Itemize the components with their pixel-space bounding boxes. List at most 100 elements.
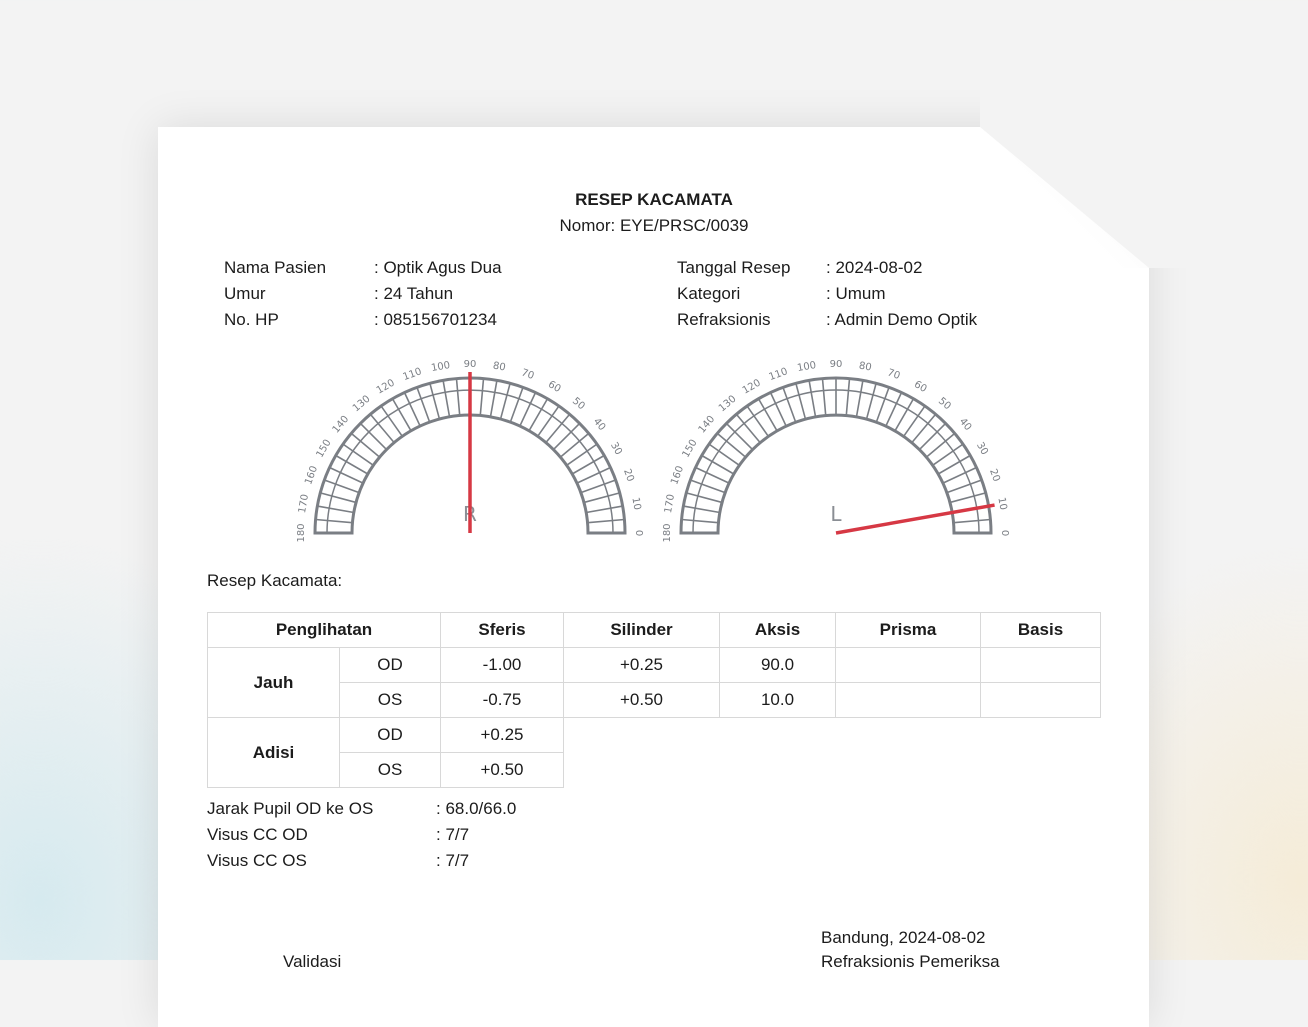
table-row: Adisi OD +0.25 <box>207 717 1101 788</box>
pupil-distance-label: Jarak Pupil OD ke OS <box>207 799 374 818</box>
empty-cell <box>564 753 1101 788</box>
visus-od-label: Visus CC OD <box>207 825 308 844</box>
patient-name-label: Nama Pasien <box>224 258 327 277</box>
dial-tick <box>317 505 354 514</box>
basis-cell <box>980 647 1101 683</box>
dial-tick <box>329 466 364 484</box>
prisma-cell <box>835 647 981 683</box>
dial-tick-label: 70 <box>886 367 902 382</box>
dial-tick-label: 80 <box>858 361 872 374</box>
header-aksis: Aksis <box>719 612 836 648</box>
dial-tick-label: 70 <box>520 367 536 382</box>
dial-tick <box>580 479 616 494</box>
dial-tick-label: 40 <box>957 416 974 433</box>
dial-tick <box>953 518 991 524</box>
dial-tick <box>455 378 461 416</box>
document-number: Nomor: EYE/PRSC/0039 <box>559 216 749 235</box>
dial-tick <box>808 380 817 417</box>
aksis-cell: 90.0 <box>719 647 836 683</box>
dial-tick-label: 180 <box>296 523 307 542</box>
header-prisma: Prisma <box>835 612 981 648</box>
dial-tick <box>479 378 485 416</box>
dial-tick-label: 60 <box>912 379 929 395</box>
dial-tick <box>509 387 524 423</box>
dial-tick <box>769 392 787 427</box>
axis-dial-l: 180170160150140130120110 100 90 80706050403… <box>662 359 1010 543</box>
dial-tick-label: 60 <box>546 379 563 395</box>
examiner-label: Refraksionis Pemeriksa <box>821 952 1000 971</box>
row-group-jauh: Jauh <box>207 647 340 718</box>
dial-tick-label: 20 <box>987 468 1002 484</box>
dial-tick-label: 90 <box>830 359 843 370</box>
dial-tick-label: 40 <box>591 416 608 433</box>
patient-name-value: : Optik Agus Dua <box>374 258 502 277</box>
prisma-cell <box>835 682 981 718</box>
dial-tick <box>403 392 421 427</box>
dial-tick-label: 180 <box>662 523 673 542</box>
dial-tick-label: 110 <box>402 366 424 383</box>
dial-tick-label: 10 <box>995 497 1008 511</box>
empty-cell <box>564 718 1101 753</box>
header-sferis: Sferis <box>440 612 564 648</box>
dial-tick-label: 150 <box>315 438 334 460</box>
patient-phone-label: No. HP <box>224 310 279 329</box>
prescription-date-label: Tanggal Resep <box>677 258 791 277</box>
dial-tick-label: 80 <box>492 361 506 374</box>
patient-phone-value: : 085156701234 <box>374 310 497 329</box>
basis-cell <box>980 682 1101 718</box>
visus-os-value: : 7/7 <box>436 851 470 870</box>
dial-tick-label: 140 <box>697 414 718 436</box>
dial-tick <box>576 466 611 484</box>
table-row: OS -0.75 +0.50 10.0 <box>208 682 1101 718</box>
dial-tick <box>324 479 360 494</box>
dial-tick <box>583 492 620 504</box>
dial-tick <box>519 392 537 427</box>
category-label: Kategori <box>677 284 741 303</box>
dial-tick <box>795 383 807 420</box>
document-title: RESEP KACAMATA <box>575 190 733 209</box>
dial-tick <box>949 492 986 504</box>
dial-eye-label: L <box>830 502 842 526</box>
dial-tick <box>875 387 890 423</box>
dial-tick <box>315 518 353 524</box>
dial-tick-label: 160 <box>669 465 686 487</box>
dial-tick-label: 130 <box>351 394 373 415</box>
header-silinder: Silinder <box>563 612 720 648</box>
dial-tick-label: 160 <box>303 465 320 487</box>
sferis-cell: -1.00 <box>440 647 564 683</box>
dial-tick-label: 150 <box>681 438 700 460</box>
patient-age-value: : 24 Tahun <box>374 284 454 303</box>
dial-tick-label: 120 <box>375 378 397 397</box>
dial-tick <box>683 505 720 514</box>
dial-tick-label: 130 <box>717 394 739 415</box>
prescription-date-value: : 2024-08-02 <box>826 258 923 277</box>
validation-label: Validasi <box>283 952 342 971</box>
axis-dial-r: 180170160150140130120110 100 90 80706050403… <box>296 359 644 543</box>
aksis-cell: 10.0 <box>719 682 836 718</box>
dial-tick-label: 100 <box>796 360 817 374</box>
dial-tick <box>942 466 977 484</box>
pupil-distance-value: : 68.0/66.0 <box>436 799 517 818</box>
silinder-cell: +0.25 <box>563 647 720 683</box>
dial-tick <box>320 492 357 504</box>
dial-tick-label: 50 <box>570 396 587 413</box>
dial-tick <box>695 466 730 484</box>
dial-tick <box>489 380 498 417</box>
dial-tick-label: 100 <box>430 360 451 374</box>
section-label: Resep Kacamata: <box>207 571 343 590</box>
dial-tick-label: 170 <box>297 493 311 514</box>
refractionist-value: : Admin Demo Optik <box>826 310 978 329</box>
dial-tick <box>442 380 451 417</box>
dial-tick <box>686 492 723 504</box>
dial-tick <box>885 392 903 427</box>
dial-tick-label: 10 <box>629 497 642 511</box>
dial-tick-label: 110 <box>768 366 790 383</box>
sferis-cell: -0.75 <box>440 682 564 718</box>
dial-needle <box>835 503 995 535</box>
dial-tick-label: 120 <box>741 378 763 397</box>
dial-tick <box>946 479 982 494</box>
dial-tick <box>690 479 726 494</box>
dial-tick <box>586 505 623 514</box>
eye-cell: OD <box>339 647 441 683</box>
table-row: Jauh OD -1.00 +0.25 90.0 <box>207 647 1101 718</box>
